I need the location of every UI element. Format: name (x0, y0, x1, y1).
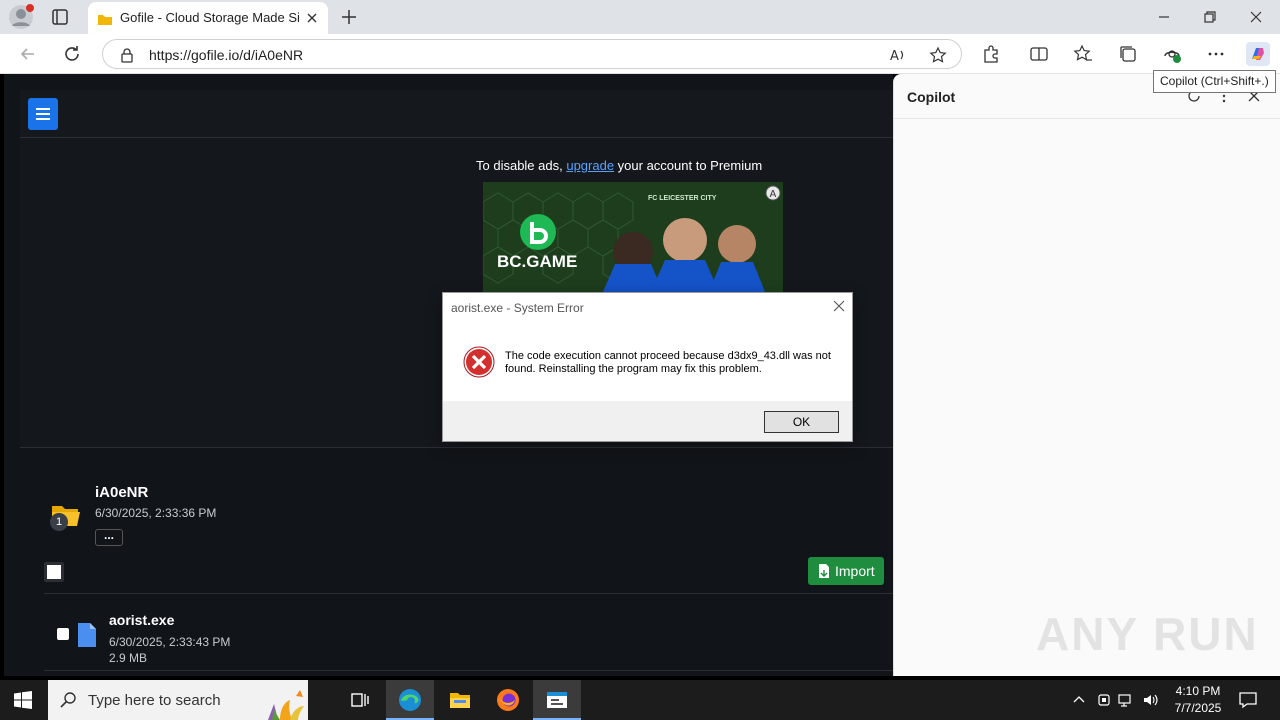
windows-start-icon[interactable] (14, 691, 32, 709)
error-icon (463, 346, 495, 378)
file-name[interactable]: aorist.exe (109, 612, 174, 628)
search-highlight-flowers-icon (258, 680, 308, 720)
favorite-star-icon[interactable] (929, 46, 947, 64)
firefox-icon[interactable] (484, 680, 532, 720)
clock-date: 7/7/2025 (1174, 701, 1222, 715)
address-bar[interactable]: https://gofile.io/d/iA0eNR A (102, 39, 962, 69)
divider (44, 593, 893, 594)
show-hidden-icons-chevron-icon[interactable] (1071, 692, 1087, 708)
file-size: 2.9 MB (109, 651, 148, 665)
file-icon (76, 622, 98, 648)
folder-more-button[interactable]: ... (95, 529, 123, 546)
folder-count-badge: 1 (50, 513, 68, 531)
tab-close-icon[interactable] (304, 10, 320, 26)
url-text: https://gofile.io/d/iA0eNR (149, 47, 304, 63)
edge-taskbar-icon[interactable] (386, 680, 434, 720)
tab-gofile[interactable]: Gofile - Cloud Storage Made Simple (88, 2, 328, 34)
upgrade-link[interactable]: upgrade (566, 158, 614, 173)
read-aloud-icon[interactable]: A (889, 46, 907, 64)
ad-notice: To disable ads, upgrade your account to … (476, 158, 762, 173)
notification-center-icon[interactable] (1238, 690, 1258, 710)
search-placeholder: Type here to search (88, 692, 221, 709)
clock-time: 4:10 PM (1175, 684, 1221, 698)
divider (44, 670, 893, 671)
folder-favicon-icon (98, 12, 112, 25)
copilot-tooltip: Copilot (Ctrl+Shift+.) (1153, 70, 1276, 93)
task-view-icon[interactable] (336, 680, 384, 720)
import-label: Import (835, 563, 875, 579)
search-icon (60, 692, 76, 708)
tab-actions-icon[interactable] (48, 6, 72, 28)
volume-icon[interactable] (1142, 692, 1158, 708)
banner-brand: BC.GAME (497, 252, 578, 271)
tab-title: Gofile - Cloud Storage Made Simple (120, 10, 300, 25)
folder-name: iA0eNR (95, 484, 149, 501)
ok-button[interactable]: OK (764, 411, 839, 433)
settings-more-icon[interactable] (1206, 44, 1226, 64)
copilot-icon[interactable] (1246, 42, 1270, 66)
address-toolbar: https://gofile.io/d/iA0eNR A (0, 34, 1280, 74)
device-icon[interactable] (1096, 692, 1112, 708)
ad-choices-icon[interactable]: A (765, 185, 781, 201)
ad-notice-suffix: your account to Premium (614, 158, 763, 173)
favorites-icon[interactable] (1073, 44, 1093, 64)
copilot-title: Copilot (907, 89, 956, 105)
dialog-title: aorist.exe - System Error (451, 301, 584, 315)
back-icon[interactable] (18, 44, 38, 64)
minimize-icon[interactable] (1155, 8, 1173, 26)
taskbar: Type here to search 4:10 PM 7/7/2025 (0, 680, 1280, 720)
file-date: 6/30/2025, 2:33:43 PM (109, 635, 231, 649)
collections-icon[interactable] (1118, 44, 1138, 64)
dialog-message: The code execution cannot proceed becaus… (505, 350, 831, 375)
site-info-lock-icon[interactable] (119, 47, 135, 63)
browser-essentials-icon[interactable] (1162, 44, 1182, 64)
taskbar-clock[interactable]: 4:10 PM 7/7/2025 (1170, 683, 1226, 717)
close-window-icon[interactable] (1247, 8, 1265, 26)
anyrun-watermark: ANY RUN (1036, 608, 1259, 660)
banner-club: FC LEICESTER CITY (648, 195, 717, 202)
extensions-icon[interactable] (981, 44, 1001, 64)
select-all-checkbox[interactable] (44, 562, 64, 582)
profile-avatar-icon[interactable] (8, 4, 34, 30)
tab-bar: Gofile - Cloud Storage Made Simple (0, 0, 1280, 34)
refresh-icon[interactable] (62, 44, 82, 64)
ad-notice-prefix: To disable ads, (476, 158, 567, 173)
dialog-footer: OK (443, 401, 852, 441)
new-tab-icon[interactable] (338, 6, 360, 28)
page-header (20, 90, 893, 138)
folder-date: 6/30/2025, 2:33:36 PM (95, 506, 217, 520)
restore-icon[interactable] (1201, 8, 1219, 26)
split-screen-icon[interactable] (1029, 44, 1049, 64)
system-error-dialog: aorist.exe - System Error The code execu… (442, 292, 853, 442)
svg-text:A: A (890, 49, 899, 64)
network-icon[interactable] (1118, 692, 1134, 708)
ad-banner[interactable]: BC.GAME FC LEICESTER CITY A (483, 182, 783, 292)
file-checkbox[interactable] (57, 628, 69, 640)
dialog-close-icon[interactable] (832, 299, 846, 313)
import-button[interactable]: Import (808, 557, 884, 585)
file-explorer-icon[interactable] (436, 680, 484, 720)
svg-text:A: A (770, 189, 777, 200)
error-window-taskbar-icon[interactable] (533, 680, 581, 720)
hamburger-menu-button[interactable] (28, 98, 58, 130)
copilot-sidebar: Copilot (893, 74, 1280, 676)
